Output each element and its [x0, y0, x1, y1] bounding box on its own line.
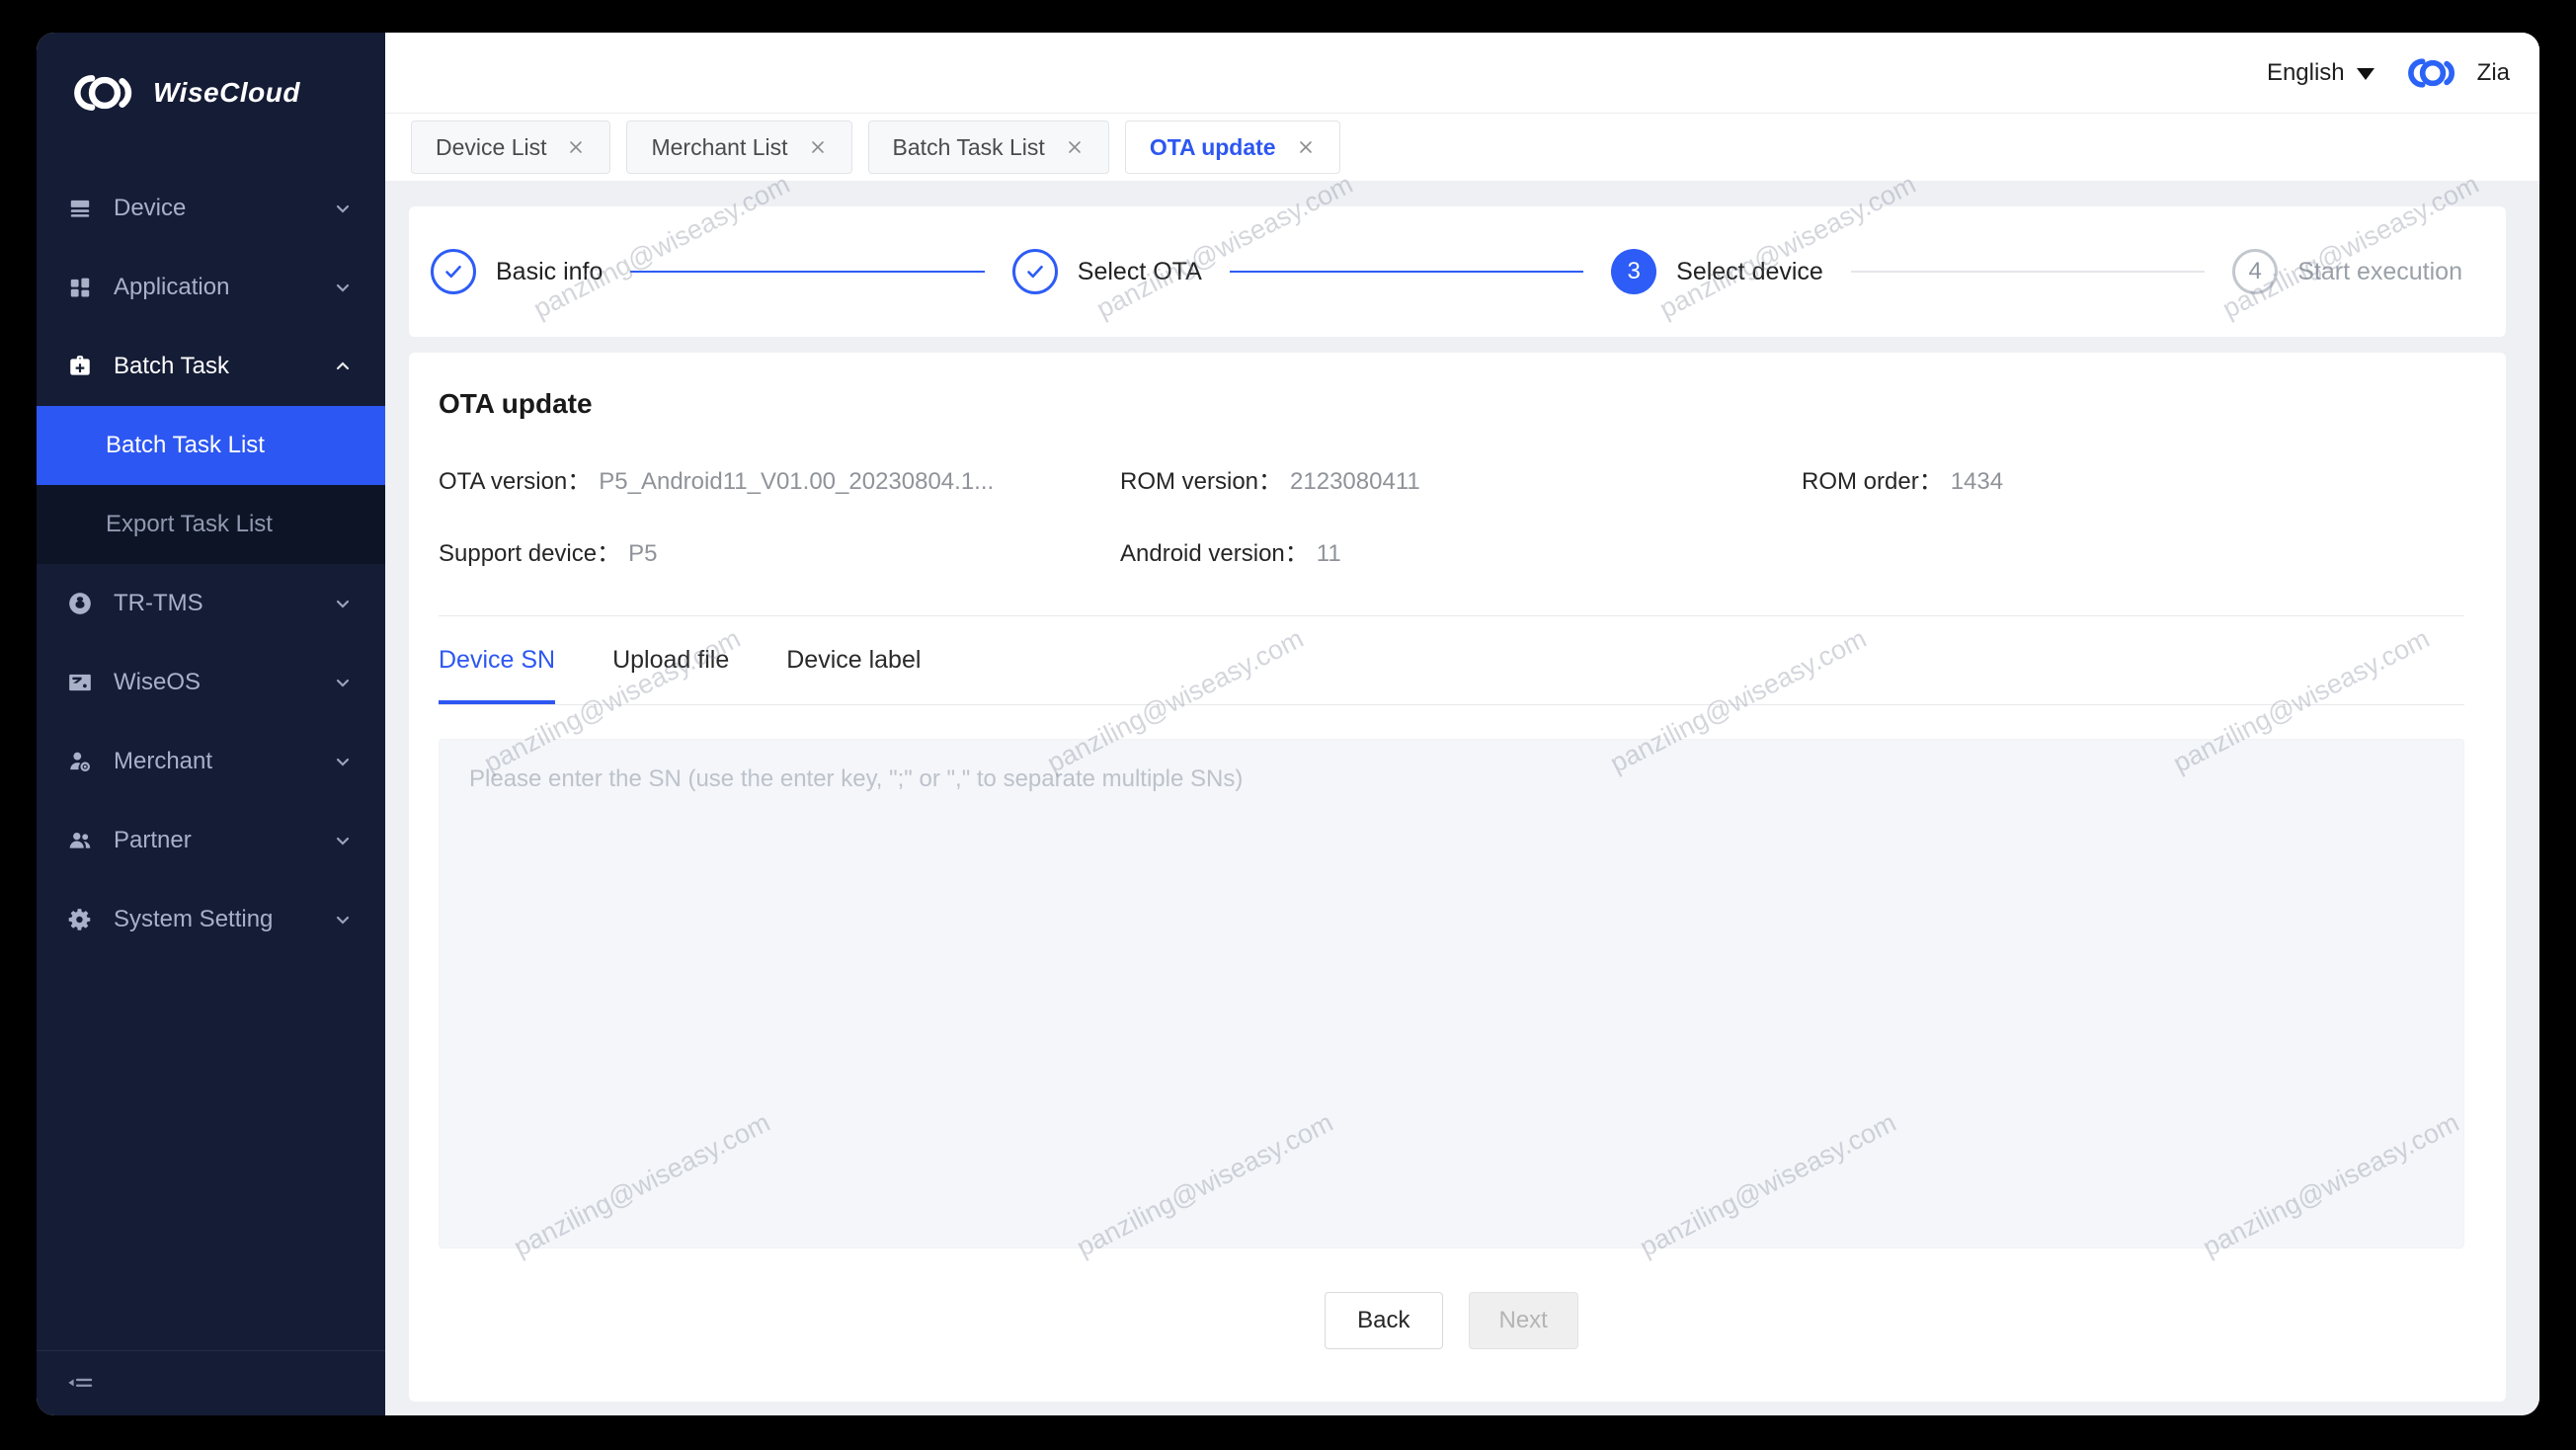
language-selector[interactable]: English: [2267, 59, 2375, 87]
step-connector: [1850, 271, 2206, 273]
app-window: WiseCloud Device Application Batch Task …: [37, 33, 2539, 1415]
tab-ota-update[interactable]: OTA update: [1124, 121, 1340, 174]
sidebar-item-tr-tms[interactable]: TR-TMS: [37, 564, 385, 643]
chevron-down-icon: [336, 916, 350, 925]
page-title: OTA update: [439, 388, 593, 419]
user-name[interactable]: Zia: [2477, 59, 2510, 87]
step-label: Select device: [1676, 257, 1823, 285]
batch-task-icon: [66, 353, 94, 380]
field-support-device: Support device： P5: [439, 540, 658, 567]
section-divider: [439, 615, 2464, 616]
wiseos-icon: [66, 669, 94, 696]
step-number: 4: [2232, 249, 2279, 294]
sidebar-item-label: Merchant: [114, 748, 213, 774]
tab-merchant-list[interactable]: Merchant List: [626, 121, 852, 174]
sidebar-item-wiseos[interactable]: WiseOS: [37, 643, 385, 722]
back-button[interactable]: Back: [1325, 1292, 1443, 1349]
application-icon: [66, 274, 94, 301]
chevron-down-icon: [336, 837, 350, 846]
device-select-tabs: Device SN Upload file Device label: [439, 646, 2464, 705]
field-rom-order: ROM order： 1434: [1802, 468, 2004, 495]
menu-fold-icon[interactable]: [66, 1370, 94, 1398]
sidebar-item-label: Batch Task: [114, 353, 229, 379]
field-rom-version: ROM version： 2123080411: [1120, 468, 1420, 495]
tab-label: Device List: [436, 133, 547, 160]
sidebar-item-export-task-list[interactable]: Export Task List: [37, 485, 385, 564]
step-connector: [630, 271, 985, 273]
device-icon: [66, 195, 94, 222]
sidebar-item-merchant[interactable]: Merchant: [37, 722, 385, 801]
sidebar-item-partner[interactable]: Partner: [37, 801, 385, 880]
sidebar-item-label: Batch Task List: [106, 432, 265, 458]
tab-device-sn[interactable]: Device SN: [439, 646, 556, 704]
sidebar-item-batch-task[interactable]: Batch Task: [37, 327, 385, 406]
tab-batch-task-list[interactable]: Batch Task List: [867, 121, 1109, 174]
step-check-icon: [431, 249, 476, 294]
step-connector: [1229, 271, 1584, 273]
tab-device-label[interactable]: Device label: [786, 646, 921, 704]
sidebar-item-label: Device: [114, 195, 187, 221]
sidebar-item-device[interactable]: Device: [37, 169, 385, 248]
wisecloud-logo-icon: [2407, 57, 2455, 88]
step-label: Select OTA: [1077, 257, 1202, 285]
wisecloud-logo-icon: [74, 75, 132, 111]
brand-name: WiseCloud: [153, 77, 300, 108]
sidebar-item-label: Partner: [114, 827, 192, 853]
close-icon[interactable]: [808, 137, 828, 157]
open-tabs-bar: Device List Merchant List Batch Task Lis…: [385, 114, 2539, 181]
ota-update-card: OTA update OTA version： P5_Android11_V01.…: [409, 353, 2506, 1402]
tab-label: Merchant List: [651, 133, 788, 160]
sidebar: WiseCloud Device Application Batch Task …: [37, 33, 385, 1415]
chevron-down-icon: [336, 204, 350, 213]
sidebar-item-label: System Setting: [114, 906, 274, 932]
sidebar-item-system-setting[interactable]: System Setting: [37, 880, 385, 959]
field-ota-version: OTA version： P5_Android11_V01.00_20230804…: [439, 468, 995, 495]
wizard-actions: Back Next: [439, 1292, 2464, 1349]
close-icon[interactable]: [566, 137, 586, 157]
chevron-up-icon: [336, 362, 350, 370]
language-label: English: [2266, 58, 2345, 86]
sn-input[interactable]: [439, 739, 2464, 1249]
step-label: Basic info: [496, 257, 604, 285]
tab-label: OTA update: [1149, 133, 1276, 160]
step-select-ota: Select OTA: [1011, 249, 1202, 294]
sidebar-item-label: TR-TMS: [114, 590, 203, 616]
close-icon[interactable]: [1065, 137, 1085, 157]
tab-upload-file[interactable]: Upload file: [612, 646, 729, 704]
brand: WiseCloud: [37, 33, 385, 153]
field-android-version: Android version： 11: [1120, 540, 1341, 567]
chevron-down-icon: [336, 679, 350, 687]
step-select-device: 3 Select device: [1611, 249, 1823, 294]
ota-info-grid: OTA version： P5_Android11_V01.00_20230804…: [439, 461, 2464, 568]
tr-tms-icon: [66, 590, 94, 617]
close-icon[interactable]: [1296, 137, 1316, 157]
tab-label: Batch Task List: [892, 133, 1045, 160]
step-basic-info: Basic info: [431, 249, 603, 294]
sidebar-item-label: Export Task List: [106, 511, 273, 537]
sidebar-item-batch-task-list[interactable]: Batch Task List: [37, 406, 385, 485]
step-number: 3: [1611, 249, 1657, 294]
top-bar: English Zia: [385, 33, 2539, 114]
next-button[interactable]: Next: [1468, 1292, 1578, 1349]
chevron-down-icon: [336, 283, 350, 292]
step-start-execution: 4 Start execution: [2232, 249, 2462, 294]
content-area: Basic info Select OTA 3 Select device 4: [385, 181, 2539, 1415]
caret-down-icon: [2356, 67, 2375, 80]
sidebar-item-label: Application: [114, 274, 230, 300]
chevron-down-icon: [336, 758, 350, 766]
sidebar-item-label: WiseOS: [114, 669, 201, 695]
main-area: English Zia Device List Merchant List Ba…: [385, 33, 2539, 1415]
gear-icon: [66, 906, 94, 933]
merchant-icon: [66, 748, 94, 775]
sidebar-item-application[interactable]: Application: [37, 248, 385, 327]
wizard-stepper: Basic info Select OTA 3 Select device 4: [409, 206, 2506, 337]
chevron-down-icon: [336, 600, 350, 608]
batch-task-submenu: Batch Task List Export Task List: [37, 406, 385, 564]
sidebar-footer: [37, 1350, 385, 1415]
partner-icon: [66, 827, 94, 854]
step-check-icon: [1011, 249, 1058, 294]
sidebar-menu: Device Application Batch Task Batch Task…: [37, 169, 385, 959]
step-label: Start execution: [2297, 257, 2462, 285]
tab-device-list[interactable]: Device List: [411, 121, 611, 174]
